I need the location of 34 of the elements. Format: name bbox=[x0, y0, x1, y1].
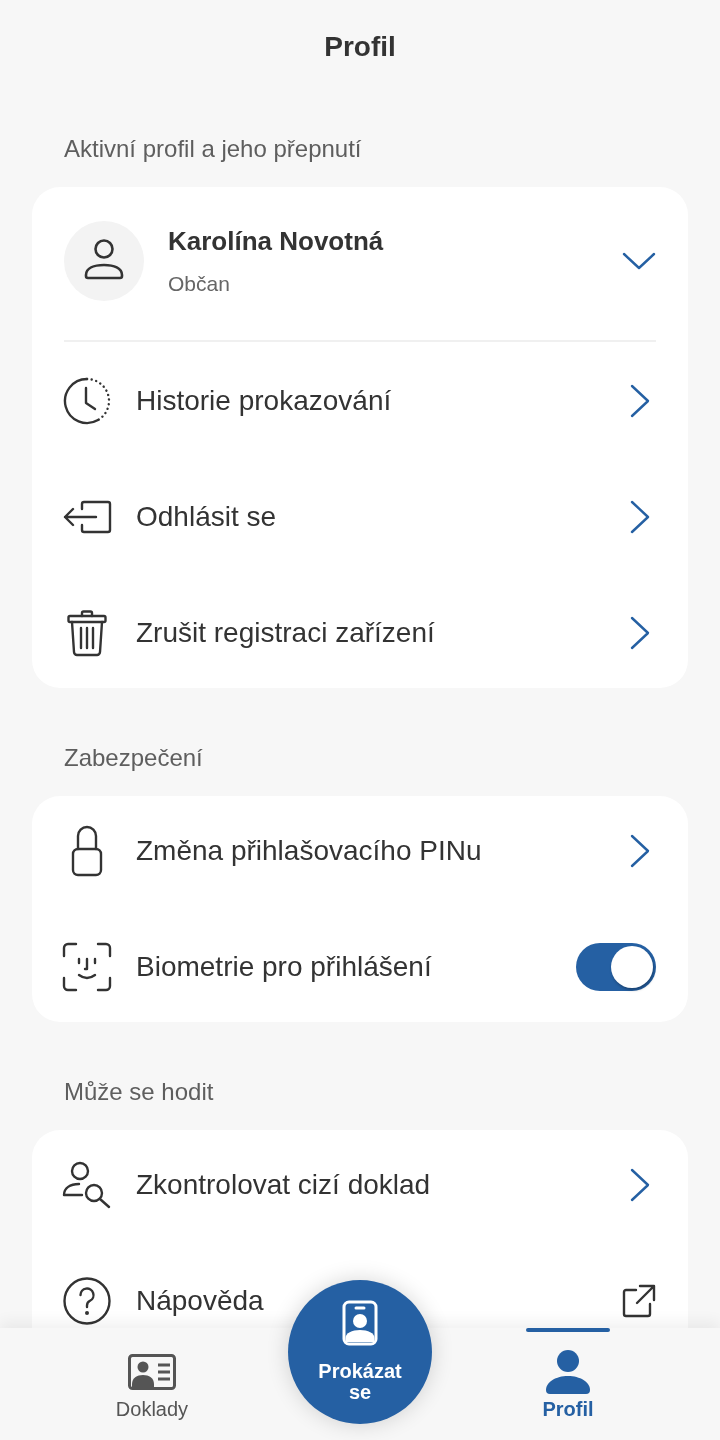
help-icon bbox=[62, 1276, 112, 1326]
face-scan-icon bbox=[62, 942, 112, 992]
show-id-button[interactable]: Prokázat se bbox=[288, 1280, 432, 1424]
menu-item[interactable]: Zrušit registraci zařízení bbox=[32, 605, 688, 661]
setting-label: Biometrie pro přihlášení bbox=[136, 950, 433, 984]
menu-item[interactable]: Odhlásit se bbox=[32, 489, 688, 545]
toggle-switch[interactable] bbox=[576, 943, 656, 991]
person-search-icon bbox=[62, 1161, 112, 1209]
phone-person-icon bbox=[342, 1300, 378, 1346]
section-heading: Zabezpečení bbox=[64, 743, 203, 773]
person-icon bbox=[544, 1350, 592, 1394]
logout-icon bbox=[62, 500, 112, 534]
screen-title: Profil bbox=[324, 30, 396, 64]
profile-name: Karolína Novotná bbox=[168, 225, 384, 256]
chevron-right-icon bbox=[630, 384, 650, 418]
menu-item[interactable]: Historie prokazování bbox=[32, 373, 688, 429]
menu-item[interactable]: Zkontrolovat cizí doklad bbox=[32, 1157, 688, 1213]
chevron-right-icon bbox=[630, 616, 650, 650]
tab[interactable]: Doklady bbox=[82, 1328, 222, 1440]
profile-role: Občan bbox=[168, 270, 230, 297]
chevron-right-icon bbox=[630, 834, 650, 868]
id-card-icon bbox=[128, 1354, 176, 1390]
avatar-icon bbox=[64, 221, 144, 301]
external-link-icon bbox=[622, 1284, 656, 1318]
menu-item[interactable]: Změna přihlašovacího PINu bbox=[32, 823, 688, 879]
lock-icon bbox=[71, 825, 103, 877]
tab[interactable]: Profil bbox=[498, 1328, 638, 1440]
trash-icon bbox=[66, 609, 108, 657]
chevron-down-icon[interactable] bbox=[622, 252, 656, 270]
clock-icon bbox=[62, 376, 112, 426]
section-heading: Může se hodit bbox=[64, 1077, 214, 1107]
section-heading: Aktivní profil a jeho přepnutí bbox=[64, 134, 362, 164]
chevron-right-icon bbox=[630, 500, 650, 534]
chevron-right-icon bbox=[630, 1168, 650, 1202]
